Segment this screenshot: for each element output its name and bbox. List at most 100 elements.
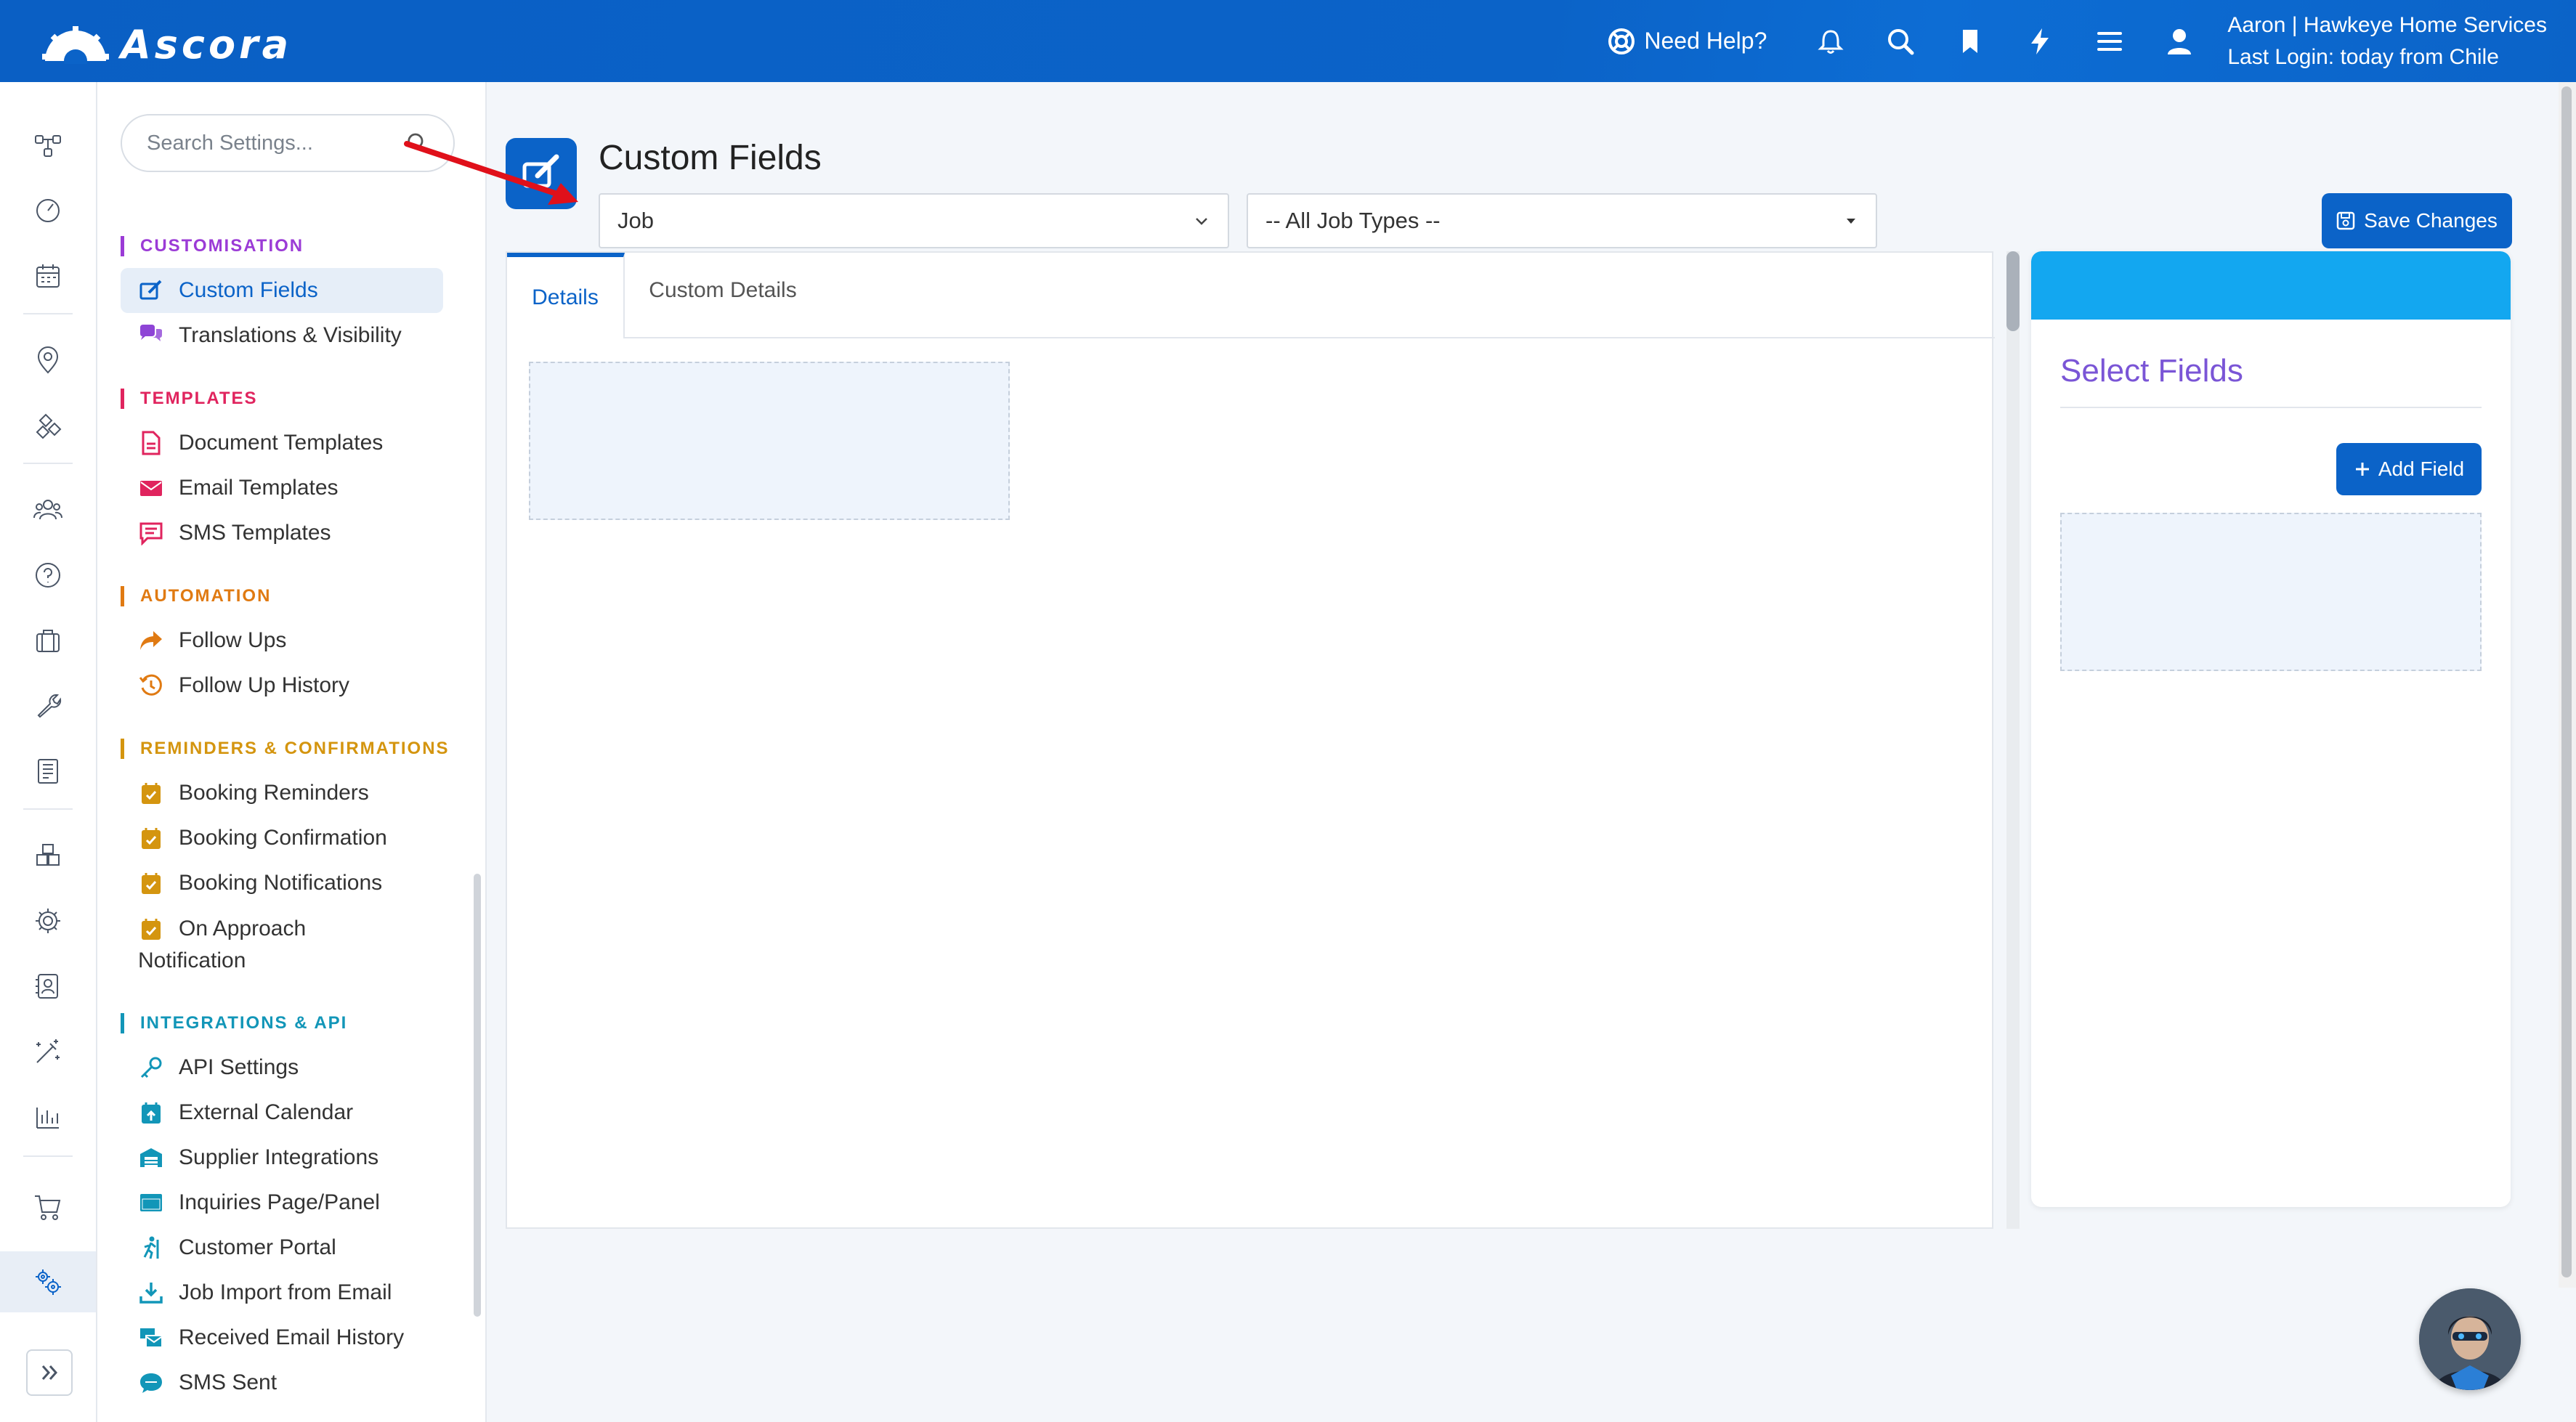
sidebar-item-label: Translations & Visibility xyxy=(179,323,402,347)
tab-details[interactable]: Details xyxy=(507,253,625,338)
save-changes-label: Save Changes xyxy=(2364,209,2498,232)
rail-settings[interactable] xyxy=(0,895,96,946)
magic-wand-icon xyxy=(36,1039,60,1063)
sidebar-item-on-approach[interactable]: On Approach Notification xyxy=(121,906,440,978)
save-icon xyxy=(2336,211,2355,230)
shopping-cart-icon xyxy=(35,1195,61,1220)
wrench-icon xyxy=(37,694,62,718)
section-reminders: REMINDERS & CONFIRMATIONS xyxy=(121,739,450,759)
quick-actions-button[interactable] xyxy=(2005,0,2075,82)
entity-type-select[interactable]: Job xyxy=(599,193,1229,248)
chat-assistant-avatar[interactable] xyxy=(2419,1288,2521,1390)
sidebar-item-booking-confirmation[interactable]: Booking Confirmation xyxy=(121,816,443,861)
rail-workflow[interactable] xyxy=(0,120,96,171)
gear-icon xyxy=(36,909,60,933)
bell-icon xyxy=(1818,29,1844,54)
section-integrations: INTEGRATIONS & API xyxy=(121,1013,347,1033)
section-automation: AUTOMATION xyxy=(121,586,271,606)
user-profile-button[interactable] xyxy=(2144,0,2214,82)
sidebar-item-follow-ups[interactable]: Follow Ups xyxy=(121,618,443,663)
sidebar-item-label: Follow Ups xyxy=(179,628,287,652)
sidebar-item-label: Job Import from Email xyxy=(179,1280,392,1304)
rail-customers[interactable] xyxy=(0,484,96,535)
bookmarks-button[interactable] xyxy=(1935,0,2005,82)
rail-system-settings[interactable] xyxy=(0,1251,96,1312)
sidebar-item-job-import-email[interactable]: Job Import from Email xyxy=(121,1270,443,1315)
sidebar-item-booking-notifications[interactable]: Booking Notifications xyxy=(121,861,443,906)
warehouse-icon xyxy=(138,1145,164,1171)
sidebar-item-document-templates[interactable]: Document Templates xyxy=(121,420,443,466)
sidebar-item-label: Inquiries Page/Panel xyxy=(179,1190,380,1214)
rail-integrations[interactable] xyxy=(0,400,96,451)
sidebar-item-sms-sent[interactable]: SMS Sent xyxy=(121,1360,443,1405)
rail-magic[interactable] xyxy=(0,1026,96,1077)
rail-dashboard[interactable] xyxy=(0,185,96,236)
sidebar-item-email-templates[interactable]: Email Templates xyxy=(121,466,443,511)
form-panel-scroll-thumb[interactable] xyxy=(2006,251,2020,331)
rail-shop[interactable] xyxy=(0,1182,96,1232)
contact-card-icon xyxy=(36,974,58,999)
select-fields-title: Select Fields xyxy=(2060,353,2243,389)
rail-calendar[interactable] xyxy=(0,251,96,301)
gear-logo-icon xyxy=(42,25,109,64)
page-scroll-thumb[interactable] xyxy=(2561,86,2572,1277)
rail-inventory[interactable] xyxy=(0,830,96,881)
book-icon xyxy=(38,759,58,784)
need-help-button[interactable]: Need Help? xyxy=(1608,28,1767,55)
ascora-logo[interactable]: Ascora xyxy=(42,22,292,68)
top-navbar: Ascora Need Help? Aaron | Hawkeye Home S… xyxy=(0,0,2576,82)
sidebar-item-custom-fields[interactable]: Custom Fields xyxy=(121,268,443,313)
user-info[interactable]: Aaron | Hawkeye Home Services Last Login… xyxy=(2227,9,2547,73)
job-type-select[interactable]: -- All Job Types -- xyxy=(1247,193,1877,248)
icon-rail xyxy=(0,82,97,1422)
sidebar-item-inquiries-page[interactable]: Inquiries Page/Panel xyxy=(121,1180,443,1225)
tab-custom-details[interactable]: Custom Details xyxy=(625,253,821,328)
rail-tools[interactable] xyxy=(0,680,96,731)
form-panel-scrollbar[interactable] xyxy=(2006,251,2020,1229)
sidebar-item-customer-portal[interactable]: Customer Portal xyxy=(121,1225,443,1270)
briefcase-icon xyxy=(36,630,60,652)
last-login: Last Login: today from Chile xyxy=(2227,44,2499,69)
section-templates: TEMPLATES xyxy=(121,389,258,409)
boxes-icon xyxy=(36,844,60,866)
custom-fields-form-panel: Details Custom Details xyxy=(506,251,1995,1229)
sidebar-item-booking-reminders[interactable]: Booking Reminders xyxy=(121,771,443,816)
sidebar-item-sms-templates[interactable]: SMS Templates xyxy=(121,511,443,556)
sidebar-item-translations[interactable]: Translations & Visibility xyxy=(121,313,443,358)
sidebar-item-supplier-integrations[interactable]: Supplier Integrations xyxy=(121,1135,443,1180)
add-field-button[interactable]: Add Field xyxy=(2336,443,2482,495)
puzzle-icon xyxy=(36,413,62,439)
page-scrollbar[interactable] xyxy=(2559,82,2576,1288)
save-changes-button[interactable]: Save Changes xyxy=(2322,193,2512,248)
notifications-button[interactable] xyxy=(1796,0,1866,82)
bar-chart-icon xyxy=(36,1108,59,1129)
sidebar-item-received-email-history[interactable]: Received Email History xyxy=(121,1315,443,1360)
rail-map[interactable] xyxy=(0,335,96,386)
sidebar-item-external-calendar[interactable]: External Calendar xyxy=(121,1090,443,1135)
page-title: Custom Fields xyxy=(599,139,822,177)
global-search-button[interactable] xyxy=(1866,0,1935,82)
rail-help[interactable] xyxy=(0,550,96,601)
person-walking-door-icon xyxy=(138,1235,164,1261)
lifebuoy-icon xyxy=(1608,28,1635,54)
menu-icon xyxy=(2097,31,2123,51)
sidebar-item-api-settings[interactable]: API Settings xyxy=(121,1045,443,1090)
main-menu-button[interactable] xyxy=(2075,0,2144,82)
envelope-icon xyxy=(138,475,164,501)
available-fields-drop-zone[interactable] xyxy=(2060,513,2482,671)
sidebar-item-follow-up-history[interactable]: Follow Up History xyxy=(121,663,443,708)
expand-sidebar-button[interactable] xyxy=(26,1349,73,1396)
settings-search-input[interactable] xyxy=(147,131,406,155)
search-icon xyxy=(1888,28,1914,54)
divider xyxy=(2060,407,2482,408)
download-icon xyxy=(138,1280,164,1306)
rail-contacts[interactable] xyxy=(0,961,96,1012)
rail-jobs[interactable] xyxy=(0,615,96,666)
chat-bubbles-icon xyxy=(138,322,164,349)
rail-documents[interactable] xyxy=(0,746,96,797)
sidebar-scrollbar[interactable] xyxy=(474,874,481,1317)
history-icon xyxy=(138,673,164,699)
rail-reports[interactable] xyxy=(0,1092,96,1142)
need-help-label: Need Help? xyxy=(1644,28,1767,54)
details-drop-zone[interactable] xyxy=(529,362,1010,520)
